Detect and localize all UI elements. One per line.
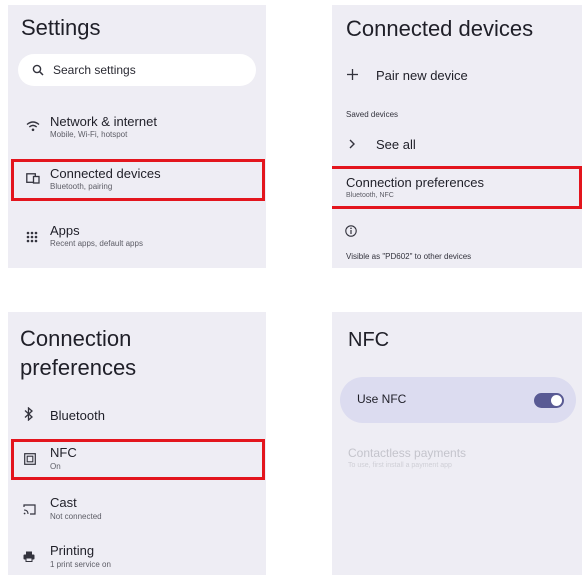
page-title-line2: preferences: [20, 355, 137, 380]
pair-new-device-item[interactable]: Pair new device: [332, 63, 582, 89]
info-icon: [345, 225, 357, 237]
see-all-item[interactable]: See all: [332, 133, 582, 157]
page-title: Settings: [21, 15, 101, 40]
settings-item-apps[interactable]: Apps Recent apps, default apps: [8, 217, 266, 257]
printer-icon: [23, 551, 35, 562]
search-input[interactable]: Search settings: [53, 63, 136, 77]
settings-item-title: Apps: [50, 223, 80, 238]
search-bar[interactable]: Search settings: [18, 54, 256, 86]
pref-item-cast[interactable]: Cast Not connected: [8, 492, 266, 526]
page-title-line1: Connection: [20, 326, 132, 351]
contactless-payments-title: Contactless payments: [348, 446, 467, 460]
bluetooth-icon: [24, 407, 33, 421]
saved-devices-header: Saved devices: [346, 110, 399, 119]
highlight-box: [11, 159, 265, 201]
pair-new-device-label: Pair new device: [376, 68, 468, 83]
pref-item-bluetooth[interactable]: Bluetooth: [8, 402, 266, 428]
connection-preferences-panel: Connection preferences Bluetooth NFC On …: [8, 312, 266, 575]
pref-item-subtitle: 1 print service on: [50, 560, 111, 569]
page-title: Connected devices: [346, 16, 534, 41]
plus-icon: [347, 69, 358, 80]
search-icon: [32, 64, 44, 76]
nfc-panel: NFC Use NFC Contactless payments To use,…: [332, 312, 582, 575]
connected-devices-panel: Connected devices Pair new device Saved …: [332, 5, 582, 268]
pref-item-title: Cast: [50, 495, 77, 510]
use-nfc-card[interactable]: Use NFC: [340, 377, 576, 423]
settings-item-title: Network & internet: [50, 114, 157, 129]
highlight-box: [332, 166, 582, 209]
settings-item-subtitle: Recent apps, default apps: [50, 239, 143, 248]
use-nfc-toggle[interactable]: [534, 393, 564, 408]
visible-as-text: Visible as "PD602" to other devices: [346, 252, 472, 261]
pref-item-title: Bluetooth: [50, 408, 105, 423]
page-title: NFC: [348, 329, 390, 351]
chevron-right-icon: [349, 139, 355, 149]
see-all-label: See all: [376, 137, 416, 152]
toggle-knob: [551, 395, 562, 406]
settings-item-network[interactable]: Network & internet Mobile, Wi-Fi, hotspo…: [8, 107, 266, 147]
pref-item-printing[interactable]: Printing 1 print service on: [8, 540, 266, 574]
apps-grid-icon: [26, 231, 38, 243]
settings-panel: Settings Search settings Network & inter…: [8, 5, 266, 268]
wifi-icon: [26, 121, 40, 132]
pref-item-title: Printing: [50, 543, 95, 558]
use-nfc-label: Use NFC: [357, 392, 407, 406]
highlight-box: [11, 439, 265, 480]
settings-item-subtitle: Mobile, Wi-Fi, hotspot: [50, 130, 128, 139]
pref-item-subtitle: Not connected: [50, 512, 102, 521]
cast-icon: [23, 504, 36, 515]
contactless-payments-subtitle: To use, first install a payment app: [348, 462, 452, 469]
